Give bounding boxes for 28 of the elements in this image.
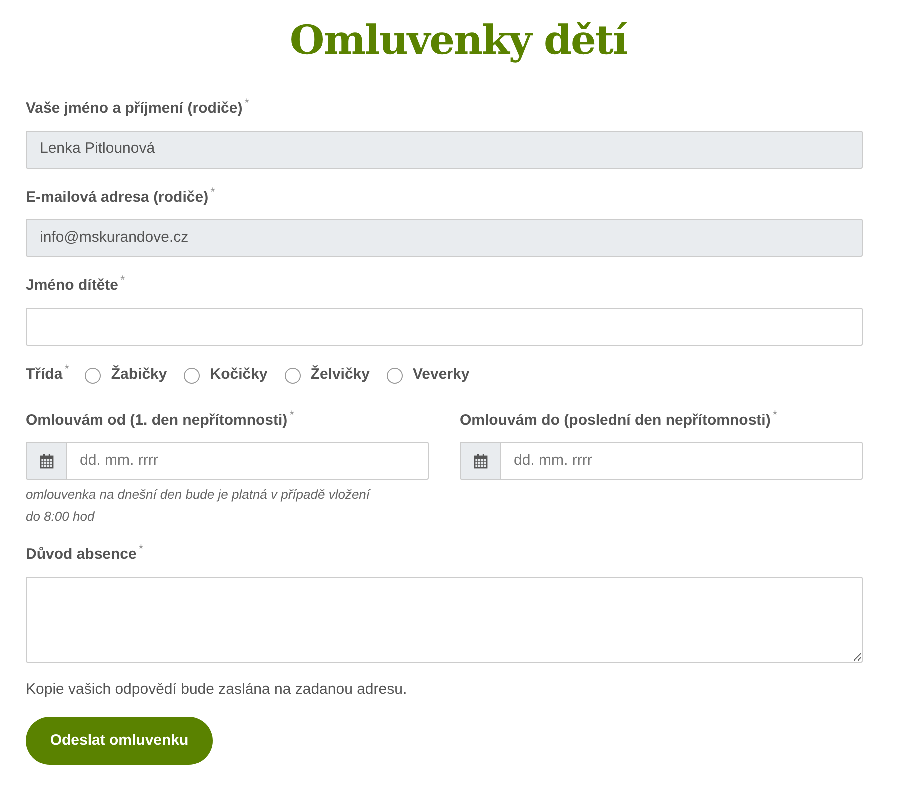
radio-option[interactable]: Želvičky	[284, 364, 370, 387]
calendar-icon	[40, 454, 54, 468]
field-label: Třída$^{*}$	[26, 364, 70, 386]
radio-button[interactable]	[284, 368, 301, 384]
note-text: Kopie vašich odpovědí bude zaslána na zadanou adresu.	[26, 680, 408, 700]
radio-option[interactable]: Žabičky	[85, 364, 168, 387]
calendar-button[interactable]	[26, 442, 67, 480]
text-field[interactable]: Lenka Pitlounová	[26, 130, 863, 168]
radio-button[interactable]	[387, 368, 403, 384]
radio-button[interactable]	[85, 368, 102, 384]
calendar-button[interactable]	[460, 442, 501, 480]
field-label: Omlouvám do (poslední den nepřítomnosti)$^{*}$	[460, 410, 779, 430]
hint-text: omlouvenka na dnešní den bude je platná v případě vložení do 8:00 hod	[26, 486, 372, 526]
text-field[interactable]	[26, 308, 863, 346]
submit-button[interactable]: Odeslat omluvenku	[26, 717, 213, 765]
field-label: Jméno dítěte$^{*}$	[26, 275, 126, 296]
date-field[interactable]: dd. mm. rrrr	[501, 442, 863, 480]
radio-button[interactable]	[184, 368, 200, 384]
page-title: Omluvenky dětí	[288, 16, 628, 66]
field-label: Vaše jméno a příjmení (rodiče)$^{*}$	[26, 98, 250, 119]
radio-option[interactable]: Kočičky	[184, 364, 268, 387]
calendar-icon	[474, 454, 488, 468]
field-label: Omlouvám od (1. den nepřítomnosti)$^{*}$	[26, 410, 296, 430]
date-field[interactable]: dd. mm. rrrr	[67, 442, 429, 480]
radio-option[interactable]: Veverky	[387, 364, 470, 387]
text-field[interactable]: info@mskurandove.cz	[26, 219, 863, 257]
field-label: Důvod absence$^{*}$	[26, 544, 145, 565]
field-label: E-mailová adresa (rodiče)$^{*}$	[26, 186, 216, 208]
